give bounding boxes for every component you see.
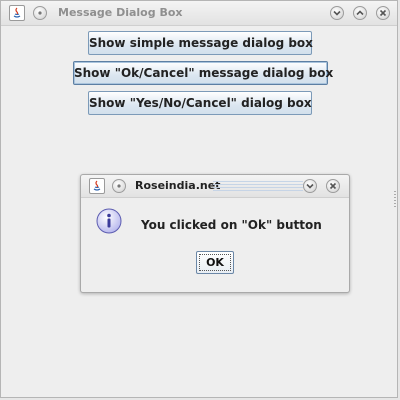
dialog-titlebar[interactable]: Roseindia.net: [81, 175, 349, 198]
ok-button[interactable]: OK: [196, 251, 234, 274]
resize-grip[interactable]: [394, 191, 396, 207]
show-ok-cancel-dialog-button[interactable]: Show "Ok/Cancel" message dialog box: [73, 61, 333, 85]
show-simple-dialog-button[interactable]: Show simple message dialog box: [88, 31, 313, 55]
minimize-button[interactable]: [330, 6, 344, 20]
java-app-icon: [89, 178, 105, 194]
dialog-close-button[interactable]: [326, 179, 340, 193]
maximize-button[interactable]: [353, 6, 367, 20]
message-dialog: Roseindia.net You clicked on "Ok" button…: [80, 174, 350, 293]
dialog-minimize-button[interactable]: [303, 179, 317, 193]
ok-button-label: OK: [206, 256, 224, 269]
show-yes-no-cancel-dialog-button[interactable]: Show "Yes/No/Cancel" dialog box: [88, 91, 312, 115]
window-title: Message Dialog Box: [58, 6, 183, 19]
title-grip-lines: [213, 181, 303, 191]
main-titlebar[interactable]: Message Dialog Box: [1, 1, 397, 26]
dialog-title: Roseindia.net: [135, 179, 221, 192]
java-app-icon: [9, 5, 25, 21]
info-icon: [96, 208, 122, 238]
dialog-message: You clicked on "Ok" button: [141, 218, 322, 232]
window-menu-button[interactable]: [33, 6, 47, 20]
dialog-menu-button[interactable]: [112, 179, 126, 193]
close-button[interactable]: [376, 6, 390, 20]
